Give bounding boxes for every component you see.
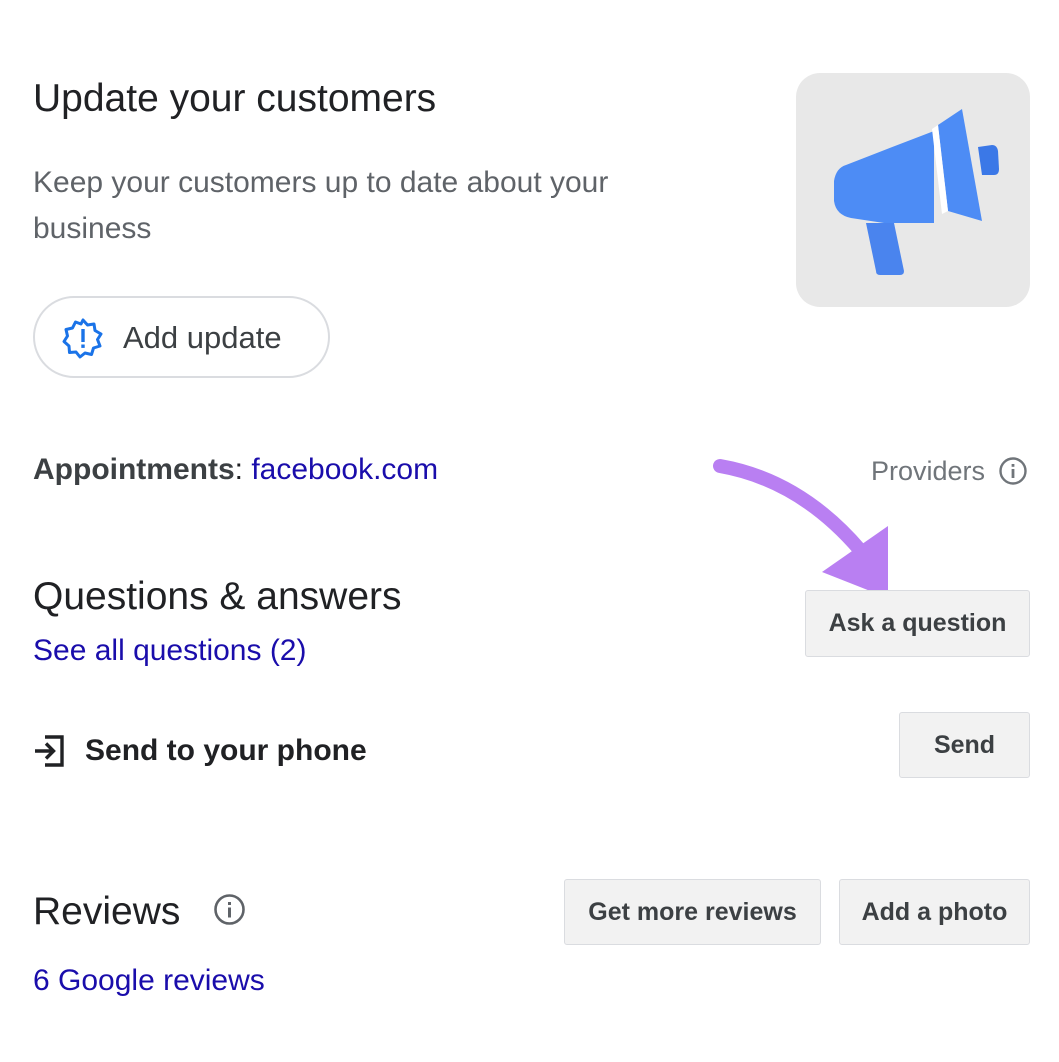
add-photo-button[interactable]: Add a photo [839, 879, 1030, 945]
ask-question-button[interactable]: Ask a question [805, 590, 1030, 657]
megaphone-icon [834, 109, 999, 275]
appointments-link[interactable]: facebook.com [251, 453, 438, 486]
send-button[interactable]: Send [899, 712, 1030, 778]
appointments-row: Appointments: facebook.com [33, 449, 438, 491]
reviews-title: Reviews [33, 890, 181, 933]
qa-title: Questions & answers [33, 575, 402, 618]
update-title: Update your customers [33, 77, 437, 120]
alert-badge-icon [62, 318, 103, 359]
reviews-info-icon[interactable] [213, 893, 246, 926]
appointments-separator: : [234, 453, 252, 486]
appointments-label: Appointments [33, 453, 235, 486]
info-icon[interactable] [998, 456, 1028, 486]
send-to-phone-icon [35, 735, 64, 767]
see-all-questions-link[interactable]: See all questions (2) [33, 630, 307, 672]
update-description: Keep your customers up to date about you… [33, 166, 609, 245]
google-reviews-link[interactable]: 6 Google reviews [33, 960, 265, 1002]
get-more-reviews-button[interactable]: Get more reviews [564, 879, 821, 945]
send-to-phone-label: Send to your phone [85, 734, 367, 767]
add-update-button[interactable]: Add update [33, 296, 330, 378]
megaphone-tile [796, 73, 1030, 307]
add-update-label: Add update [123, 320, 282, 355]
